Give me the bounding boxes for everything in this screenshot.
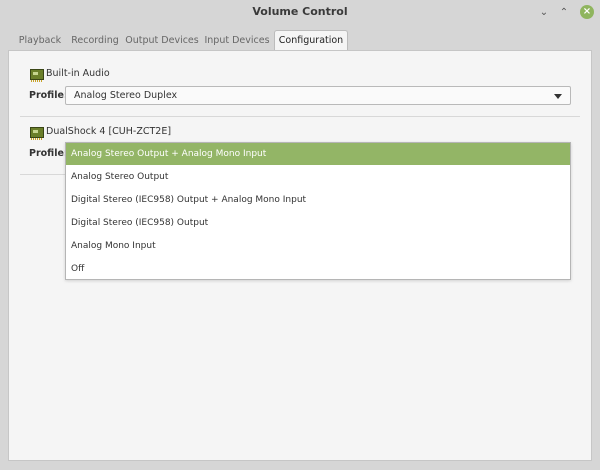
device-separator: [20, 174, 66, 175]
profile-select-value: Analog Stereo Duplex: [74, 90, 178, 101]
device-name-builtin: Built-in Audio: [46, 68, 110, 79]
dropdown-option[interactable]: Off: [66, 258, 570, 280]
tab-output-devices[interactable]: Output Devices: [124, 32, 200, 50]
dropdown-option[interactable]: Digital Stereo (IEC958) Output: [66, 212, 570, 234]
device-separator: [20, 116, 580, 117]
minimize-icon[interactable]: ⌄: [537, 5, 551, 19]
close-icon[interactable]: ×: [580, 5, 594, 19]
maximize-icon[interactable]: ⌃: [557, 5, 571, 19]
sound-card-icon: [30, 127, 44, 140]
device-name-dualshock: DualShock 4 [CUH-ZCT2E]: [46, 126, 172, 137]
dropdown-option[interactable]: Analog Mono Input: [66, 235, 570, 257]
tab-recording[interactable]: Recording: [68, 32, 122, 50]
tab-playback[interactable]: Playback: [14, 32, 66, 50]
sound-card-icon: [30, 69, 44, 82]
chevron-down-icon: [554, 94, 562, 99]
profile-label: Profile:: [29, 90, 68, 101]
dropdown-option[interactable]: Digital Stereo (IEC958) Output + Analog …: [66, 189, 570, 211]
title-bar: Volume Control ⌄ ⌃ ×: [0, 0, 600, 24]
window-title: Volume Control: [252, 5, 348, 18]
profile-dropdown-list[interactable]: Analog Stereo Output + Analog Mono Input…: [65, 142, 571, 280]
dropdown-option[interactable]: Analog Stereo Output: [66, 166, 570, 188]
dropdown-option[interactable]: Analog Stereo Output + Analog Mono Input: [66, 143, 570, 165]
profile-select-builtin[interactable]: Analog Stereo Duplex: [65, 86, 571, 105]
tab-input-devices[interactable]: Input Devices: [202, 32, 272, 50]
tab-bar: Playback Recording Output Devices Input …: [0, 28, 600, 51]
profile-label: Profile:: [29, 148, 68, 159]
tab-configuration[interactable]: Configuration: [274, 30, 348, 51]
